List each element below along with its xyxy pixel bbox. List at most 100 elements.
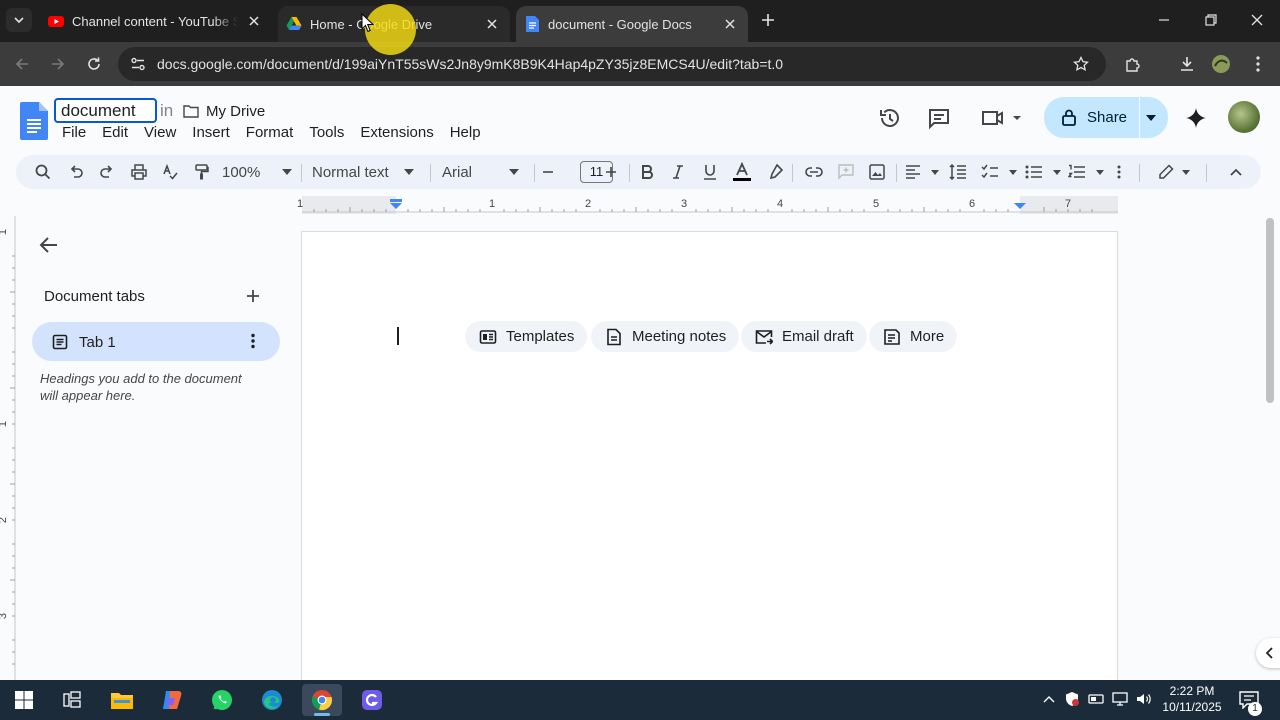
horizontal-ruler[interactable]: 1 1 2 3 4 5 6 7 xyxy=(297,196,1118,214)
task-view-button[interactable] xyxy=(52,684,92,716)
downloads-button[interactable] xyxy=(1175,52,1199,76)
more-vertical-icon[interactable] xyxy=(244,332,262,350)
security-tray-icon[interactable] xyxy=(1063,690,1081,708)
browser-tab-youtube[interactable]: Channel content - YouTube Studio xyxy=(40,0,272,42)
email-draft-chip[interactable]: Email draft xyxy=(741,321,867,352)
address-bar[interactable]: docs.google.com/document/d/199aiYnT55sWs… xyxy=(118,47,1106,81)
editing-mode-button[interactable] xyxy=(1158,155,1190,189)
insert-link-button[interactable] xyxy=(803,155,825,189)
app-button[interactable] xyxy=(352,684,392,716)
forward-button[interactable] xyxy=(46,52,70,76)
menu-edit[interactable]: Edit xyxy=(94,124,136,144)
increase-font-size-button[interactable] xyxy=(603,155,619,189)
print-button[interactable] xyxy=(128,155,150,189)
browser-tab-docs[interactable]: document - Google Docs xyxy=(516,6,748,42)
document-title-input[interactable]: document xyxy=(54,98,157,123)
menu-tools[interactable]: Tools xyxy=(301,124,352,144)
menu-help[interactable]: Help xyxy=(442,124,489,144)
paint-format-icon xyxy=(195,164,209,180)
spell-check-button[interactable] xyxy=(159,155,181,189)
ruler-ticks xyxy=(302,196,1118,214)
share-button[interactable]: Share xyxy=(1044,97,1168,138)
copilot-button[interactable] xyxy=(152,684,192,716)
add-tab-button[interactable] xyxy=(244,287,262,305)
more-chip[interactable]: More xyxy=(869,321,958,352)
vertical-scrollbar[interactable] xyxy=(1266,218,1274,403)
close-outline-button[interactable] xyxy=(38,234,60,256)
search-menus-button[interactable] xyxy=(31,155,55,189)
profile-button[interactable] xyxy=(1209,52,1233,76)
site-info-icon[interactable] xyxy=(130,56,146,72)
clock-time: 2:22 PM xyxy=(1169,684,1215,698)
menu-view[interactable]: View xyxy=(136,124,184,144)
meet-button[interactable] xyxy=(978,104,1026,132)
bulleted-list-button[interactable] xyxy=(1025,155,1061,189)
caret-down-icon xyxy=(1096,169,1104,175)
checklist-button[interactable] xyxy=(981,155,1017,189)
underline-button[interactable] xyxy=(700,155,720,189)
more-tools-button[interactable] xyxy=(1112,155,1126,189)
meeting-notes-chip[interactable]: Meeting notes xyxy=(591,321,740,352)
chrome-button[interactable] xyxy=(302,684,342,716)
taskbar-clock[interactable]: 2:22 PM 10/11/2025 xyxy=(1152,683,1232,715)
templates-chip[interactable]: Templates xyxy=(465,321,588,352)
caret-down-icon[interactable] xyxy=(1145,113,1157,123)
google-docs-logo-icon[interactable] xyxy=(20,102,48,140)
folder-icon[interactable] xyxy=(183,104,199,118)
document-icon xyxy=(607,328,621,345)
paragraph-style-select[interactable]: Normal text xyxy=(312,155,414,189)
gemini-button[interactable] xyxy=(1182,104,1210,132)
close-tab-icon[interactable] xyxy=(484,16,500,32)
file-explorer-button[interactable] xyxy=(102,684,142,716)
align-button[interactable] xyxy=(905,155,939,189)
decrease-font-size-button[interactable] xyxy=(540,155,556,189)
network-tray-icon[interactable] xyxy=(1111,690,1129,708)
whatsapp-button[interactable] xyxy=(202,684,242,716)
font-select[interactable]: Arial xyxy=(442,155,519,189)
document-tab-item[interactable]: Tab 1 xyxy=(32,322,280,361)
vertical-ruler[interactable]: 1 1 2 3 xyxy=(0,216,16,680)
arrow-right-icon xyxy=(52,58,65,70)
close-tab-icon[interactable] xyxy=(246,13,262,29)
menu-format[interactable]: Format xyxy=(238,124,302,144)
usb-tray-icon[interactable] xyxy=(1087,690,1105,708)
edge-button[interactable] xyxy=(252,684,292,716)
redo-button[interactable] xyxy=(96,155,118,189)
hide-menus-button[interactable] xyxy=(1227,155,1245,189)
new-tab-button[interactable] xyxy=(758,10,778,30)
close-tab-icon[interactable] xyxy=(722,16,738,32)
insert-image-button[interactable] xyxy=(867,155,887,189)
account-avatar[interactable] xyxy=(1228,101,1260,133)
document-page[interactable] xyxy=(301,231,1118,691)
show-hidden-icons-button[interactable] xyxy=(1040,690,1058,708)
numbered-list-button[interactable] xyxy=(1068,155,1104,189)
browser-menu-button[interactable] xyxy=(1246,52,1270,76)
menu-file[interactable]: File xyxy=(54,124,94,144)
paint-format-button[interactable] xyxy=(190,155,212,189)
bold-button[interactable] xyxy=(637,155,657,189)
star-icon[interactable] xyxy=(1073,56,1089,72)
restore-button[interactable] xyxy=(1197,8,1225,32)
menu-insert[interactable]: Insert xyxy=(184,124,238,144)
zoom-select[interactable]: 100% xyxy=(222,155,292,189)
close-window-button[interactable] xyxy=(1243,8,1271,32)
version-history-button[interactable] xyxy=(876,104,904,132)
highlight-color-button[interactable] xyxy=(765,155,785,189)
line-spacing-button[interactable] xyxy=(948,155,968,189)
italic-button[interactable] xyxy=(668,155,688,189)
reload-button[interactable] xyxy=(82,52,106,76)
volume-tray-icon[interactable] xyxy=(1135,690,1153,708)
folder-name[interactable]: My Drive xyxy=(206,103,265,120)
side-panel-toggle[interactable] xyxy=(1256,638,1280,668)
tab-search-button[interactable] xyxy=(6,8,32,32)
ruler-number: 1 xyxy=(489,198,496,210)
undo-button[interactable] xyxy=(65,155,87,189)
menu-extensions[interactable]: Extensions xyxy=(352,124,441,144)
back-button[interactable] xyxy=(10,52,34,76)
start-button[interactable] xyxy=(4,684,44,716)
extensions-button[interactable] xyxy=(1121,52,1145,76)
minimize-button[interactable] xyxy=(1150,8,1178,32)
add-comment-button[interactable] xyxy=(836,155,856,189)
text-color-button[interactable] xyxy=(731,155,753,189)
comments-button[interactable] xyxy=(925,104,953,132)
